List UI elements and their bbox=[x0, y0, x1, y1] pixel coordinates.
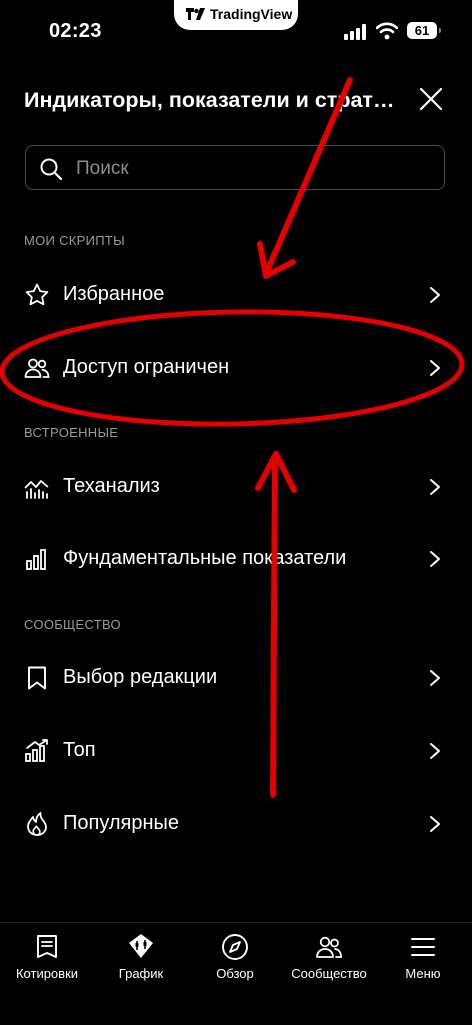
top-label: Топ bbox=[63, 739, 96, 761]
search-input[interactable] bbox=[74, 155, 438, 183]
top-chart-icon bbox=[25, 739, 48, 762]
chevron-right-icon bbox=[430, 816, 440, 832]
chevron-right-icon bbox=[430, 479, 440, 495]
list-item-fundamentals[interactable]: Фундаментальные показатели bbox=[0, 533, 472, 585]
list-item-editors-picks[interactable]: Выбор редакции bbox=[0, 652, 472, 704]
bookmark-icon bbox=[28, 666, 46, 690]
battery-indicator: 61 bbox=[407, 22, 441, 39]
chevron-right-icon bbox=[430, 551, 440, 567]
tradingview-logo-icon bbox=[186, 8, 205, 20]
dynamic-island: TradingView bbox=[174, 0, 298, 30]
fundamentals-label: Фундаментальные показатели bbox=[63, 547, 347, 569]
chevron-right-icon bbox=[430, 670, 440, 686]
technicals-label: Теханализ bbox=[63, 475, 160, 497]
bottom-tab-bar: Котировки График Обзор Сообщество Меню bbox=[0, 922, 472, 1025]
section-community: СООБЩЕСТВО bbox=[24, 617, 121, 632]
compass-icon bbox=[222, 934, 248, 960]
signal-icon bbox=[344, 24, 366, 40]
search-icon bbox=[40, 158, 63, 181]
star-icon bbox=[25, 283, 49, 306]
island-brand: TradingView bbox=[210, 6, 293, 22]
favorites-label: Избранное bbox=[63, 283, 165, 305]
chevron-right-icon bbox=[430, 360, 440, 376]
close-icon[interactable] bbox=[418, 86, 444, 112]
community-icon bbox=[316, 936, 342, 958]
editors-picks-label: Выбор редакции bbox=[63, 666, 218, 688]
watchlist-icon bbox=[37, 935, 57, 958]
wifi-icon bbox=[376, 22, 398, 40]
tab-overview[interactable]: Обзор bbox=[188, 923, 282, 1003]
section-my-scripts: МОИ СКРИПТЫ bbox=[24, 233, 125, 248]
technicals-chart-icon bbox=[24, 480, 49, 499]
users-icon bbox=[24, 358, 50, 378]
list-item-favorites[interactable]: Избранное bbox=[0, 269, 472, 321]
section-builtin: ВСТРОЕННЫЕ bbox=[24, 425, 119, 440]
tab-community-label: Сообщество bbox=[291, 966, 367, 981]
tab-quotes-label: Котировки bbox=[15, 966, 79, 981]
flame-icon bbox=[27, 812, 47, 836]
tab-chart[interactable]: График bbox=[94, 923, 188, 1003]
menu-icon bbox=[411, 938, 435, 956]
search-field[interactable] bbox=[25, 145, 445, 190]
chart-candles-icon bbox=[129, 934, 153, 958]
tab-overview-label: Обзор bbox=[216, 966, 254, 981]
tab-menu-label: Меню bbox=[405, 966, 441, 981]
chevron-right-icon bbox=[430, 743, 440, 759]
restricted-label: Доступ ограничен bbox=[63, 356, 230, 378]
list-item-technicals[interactable]: Теханализ bbox=[0, 461, 472, 513]
list-item-top[interactable]: Топ bbox=[0, 725, 472, 777]
status-bar: 02:23 TradingView 61 bbox=[0, 0, 472, 62]
tab-quotes[interactable]: Котировки bbox=[0, 923, 94, 1003]
tab-community[interactable]: Сообщество bbox=[282, 923, 376, 1003]
tab-menu[interactable]: Меню bbox=[376, 923, 470, 1003]
list-item-popular[interactable]: Популярные bbox=[0, 798, 472, 850]
list-item-restricted[interactable]: Доступ ограничен bbox=[0, 342, 472, 394]
chevron-right-icon bbox=[430, 287, 440, 303]
bar-chart-icon bbox=[26, 549, 46, 570]
tab-chart-label: График bbox=[118, 966, 164, 981]
popular-label: Популярные bbox=[63, 812, 180, 834]
status-time: 02:23 bbox=[49, 20, 102, 42]
page-title: Индикаторы, показатели и стратегии bbox=[24, 88, 404, 112]
